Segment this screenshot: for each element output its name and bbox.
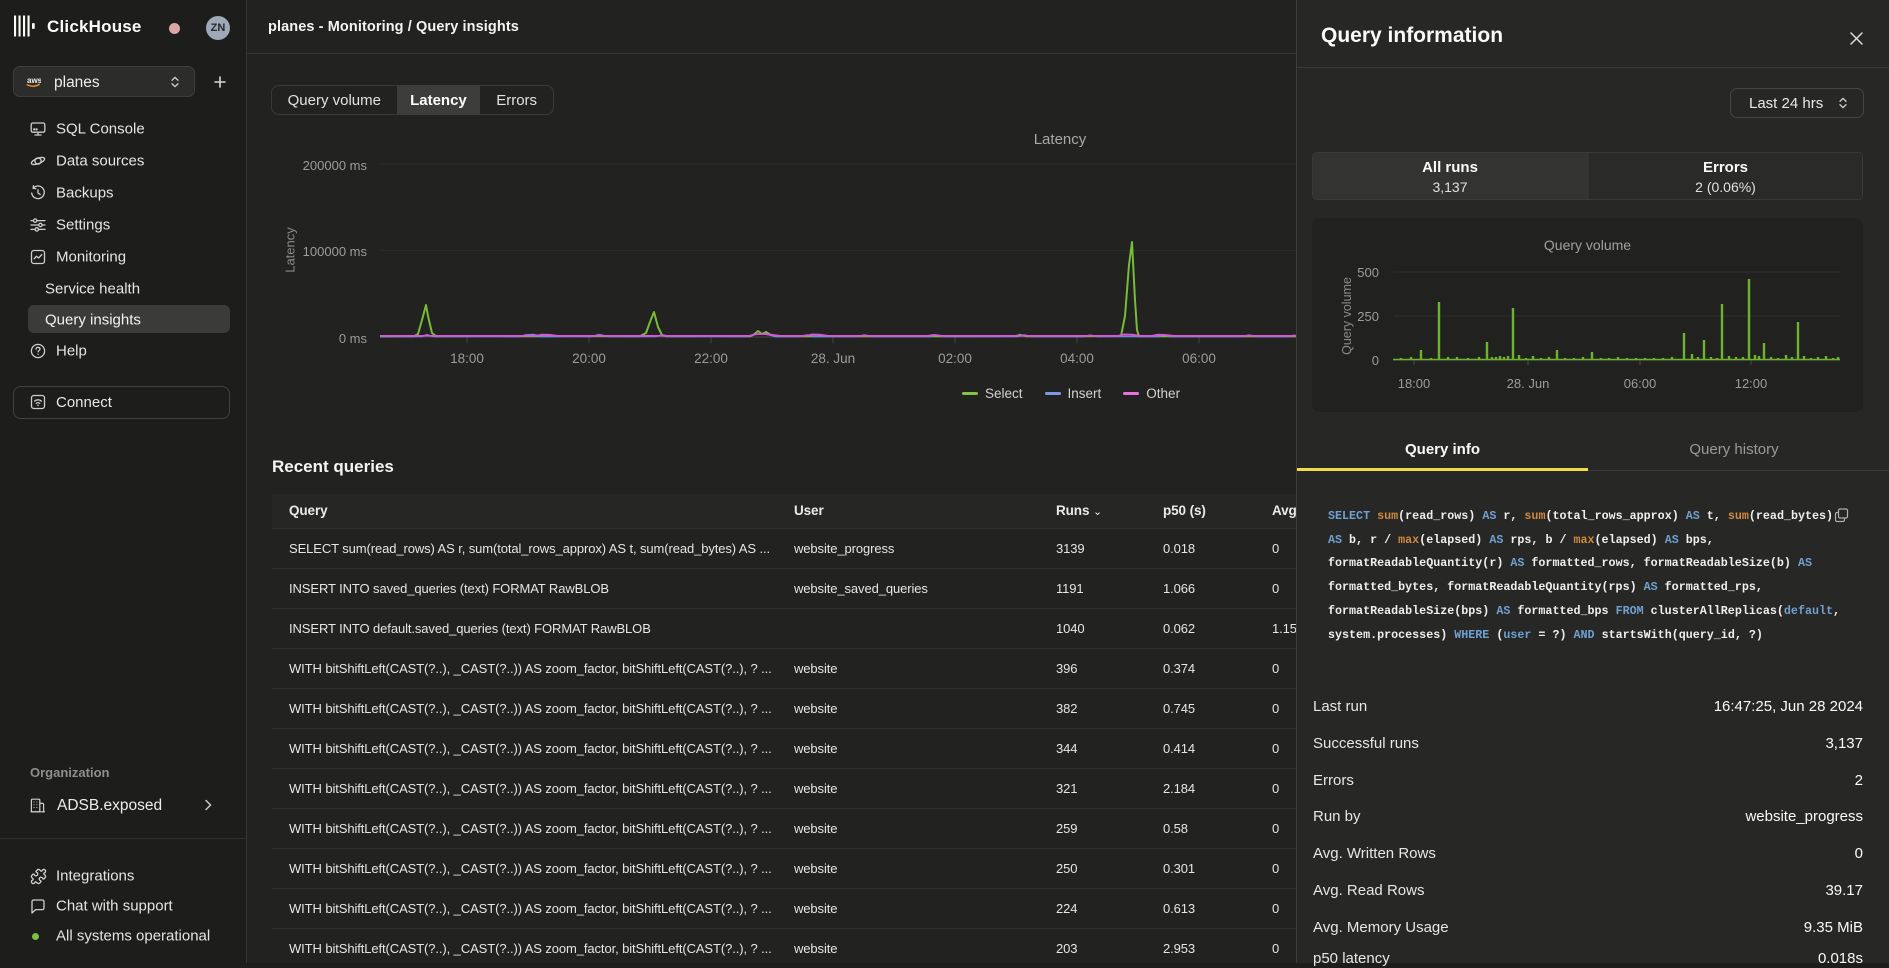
svg-text:aws: aws: [27, 76, 41, 85]
